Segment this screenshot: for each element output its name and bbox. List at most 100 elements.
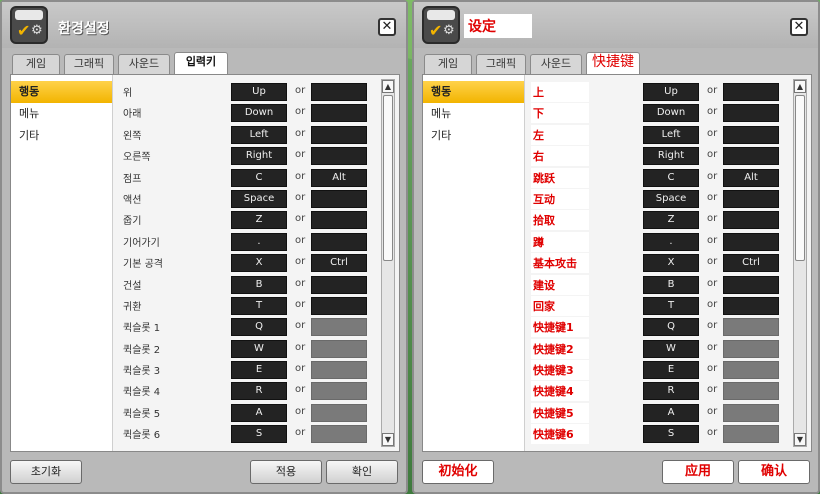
primary-key-slot[interactable]: Z [643,211,699,230]
scrollbar[interactable]: ▲ ▼ [381,79,395,447]
close-button[interactable]: ✕ [790,18,808,36]
secondary-key-slot[interactable] [311,189,367,208]
title-bar[interactable]: ✔ ⚙ 환경설정 ✕ [2,2,406,48]
primary-key-slot[interactable]: Q [643,318,699,337]
close-button[interactable]: ✕ [378,18,396,36]
tab-input-keys[interactable]: 快捷键 [586,52,640,74]
tab-game[interactable]: 게임 [424,54,472,74]
secondary-key-slot[interactable] [723,83,779,101]
primary-key-slot[interactable]: C [643,168,699,187]
category-other[interactable]: 기타 [423,125,524,147]
keybinding-label: 퀵슬롯 5 [123,408,161,420]
primary-key-slot[interactable]: Z [231,211,287,230]
secondary-key-slot[interactable]: Alt [723,168,779,187]
primary-key-slot[interactable]: E [643,361,699,380]
tab-sound[interactable]: 사운드 [118,54,170,74]
primary-key-slot[interactable]: R [643,382,699,401]
category-menu[interactable]: 메뉴 [423,103,524,125]
primary-key-slot[interactable]: W [643,339,699,358]
or-separator: or [707,170,718,182]
secondary-key-slot[interactable] [723,296,779,315]
apply-button[interactable]: 应用 [662,460,734,484]
primary-key-slot[interactable]: A [231,403,287,422]
or-separator: or [295,149,306,161]
keybinding-label: 아래 [123,109,142,121]
primary-key-slot[interactable]: C [231,168,287,187]
or-separator: or [295,427,306,439]
secondary-key-slot[interactable]: Ctrl [311,254,367,273]
secondary-key-slot[interactable] [723,125,779,144]
scrollbar[interactable]: ▲ ▼ [793,79,807,447]
secondary-key-slot[interactable] [723,211,779,230]
category-action[interactable]: 행동 [11,81,112,103]
reset-button[interactable]: 초기화 [10,460,82,484]
settings-window-chinese: ✔ ⚙ 设定 ✕ 게임 그래픽 사운드 快捷键 행동 메뉴 기타 上 Up or 下 D… [412,0,820,494]
primary-key-slot[interactable]: Space [643,189,699,208]
secondary-key-slot[interactable] [311,211,367,230]
tab-game[interactable]: 게임 [12,54,60,74]
title-bar[interactable]: ✔ ⚙ 设定 ✕ [414,2,818,48]
confirm-button[interactable]: 확인 [326,460,398,484]
primary-key-slot[interactable]: X [643,254,699,273]
keybinding-row: 아래 Down or [115,102,377,123]
category-menu[interactable]: 메뉴 [11,103,112,125]
primary-key-slot[interactable]: Right [231,147,287,166]
scroll-thumb[interactable] [383,95,393,261]
scroll-thumb[interactable] [795,95,805,261]
secondary-key-slot[interactable] [723,147,779,166]
secondary-key-slot[interactable] [723,104,779,123]
primary-key-slot[interactable]: Down [643,104,699,123]
primary-key-slot[interactable]: . [231,232,287,251]
scroll-up-icon[interactable]: ▲ [382,80,394,93]
primary-key-slot[interactable]: T [231,296,287,315]
tab-sound[interactable]: 사운드 [530,54,582,74]
primary-key-slot[interactable]: Up [231,83,287,101]
secondary-key-slot[interactable] [311,147,367,166]
tab-graphics[interactable]: 그래픽 [64,54,114,74]
secondary-key-slot[interactable] [311,104,367,123]
secondary-key-slot[interactable] [311,232,367,251]
primary-key-slot[interactable]: R [231,382,287,401]
confirm-button[interactable]: 确认 [738,460,810,484]
category-other[interactable]: 기타 [11,125,112,147]
primary-key-slot[interactable]: E [231,361,287,380]
secondary-key-slot[interactable] [723,232,779,251]
primary-key-slot[interactable]: B [643,275,699,294]
keybinding-label: 建设 [531,274,589,295]
category-action[interactable]: 행동 [423,81,524,103]
primary-key-slot[interactable]: S [643,425,699,444]
or-separator: or [707,341,718,353]
primary-key-slot[interactable]: . [643,232,699,251]
secondary-key-slot[interactable] [723,189,779,208]
scroll-down-icon[interactable]: ▼ [794,433,806,446]
primary-key-slot[interactable]: Down [231,104,287,123]
primary-key-slot[interactable]: Space [231,189,287,208]
primary-key-slot[interactable]: S [231,425,287,444]
tab-input-keys[interactable]: 입력키 [174,52,228,74]
primary-key-slot[interactable]: T [643,296,699,315]
primary-key-slot[interactable]: Q [231,318,287,337]
secondary-key-slot[interactable] [311,83,367,101]
scroll-down-icon[interactable]: ▼ [382,433,394,446]
secondary-key-slot[interactable] [311,125,367,144]
primary-key-slot[interactable]: Up [643,83,699,101]
keybinding-row: 왼쪽 Left or [115,124,377,145]
primary-key-slot[interactable]: X [231,254,287,273]
secondary-key-slot[interactable]: Alt [311,168,367,187]
primary-key-slot[interactable]: B [231,275,287,294]
secondary-key-slot[interactable] [311,296,367,315]
primary-key-slot[interactable]: A [643,403,699,422]
secondary-key-slot[interactable] [311,275,367,294]
primary-key-slot[interactable]: Right [643,147,699,166]
category-list: 행동 메뉴 기타 [11,75,113,451]
scroll-up-icon[interactable]: ▲ [794,80,806,93]
primary-key-slot[interactable]: Left [643,125,699,144]
primary-key-slot[interactable]: W [231,339,287,358]
apply-button[interactable]: 적용 [250,460,322,484]
primary-key-slot[interactable]: Left [231,125,287,144]
reset-button[interactable]: 初始化 [422,460,494,484]
secondary-key-slot[interactable]: Ctrl [723,254,779,273]
secondary-key-slot[interactable] [723,275,779,294]
keybinding-label: 下 [531,103,589,124]
tab-graphics[interactable]: 그래픽 [476,54,526,74]
